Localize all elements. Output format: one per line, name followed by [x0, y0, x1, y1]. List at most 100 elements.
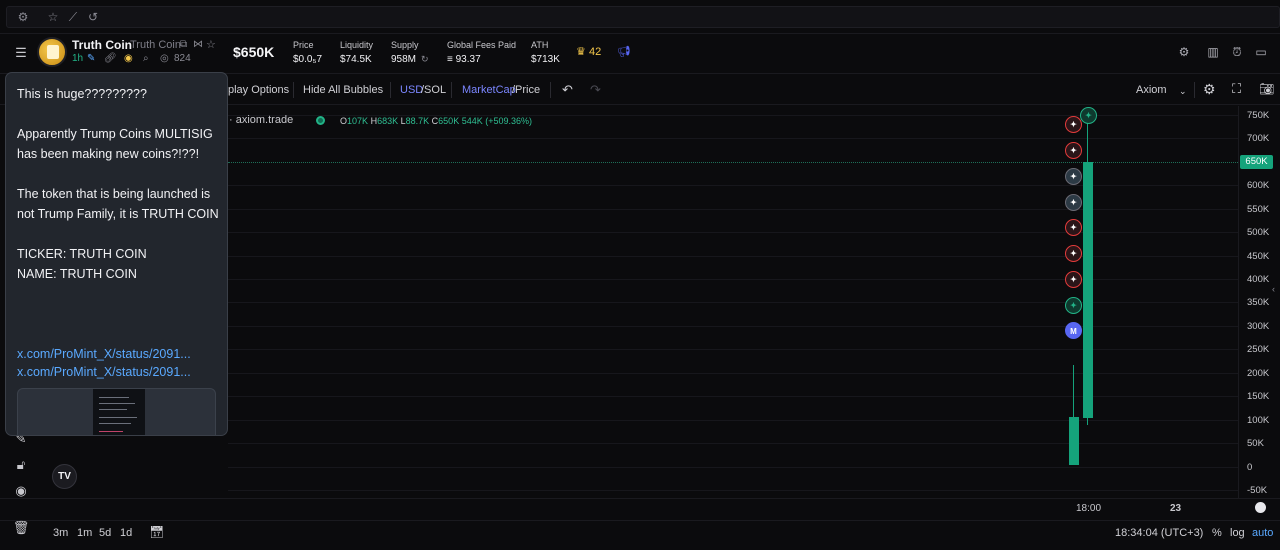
price-tick: 350K: [1247, 297, 1270, 308]
price-tick: 750K: [1247, 110, 1270, 121]
price-tick: 600K: [1247, 180, 1270, 191]
price-tick: 250K: [1247, 344, 1270, 355]
log-toggle[interactable]: log: [1230, 527, 1245, 539]
coin-icon[interactable]: ◉: [124, 53, 133, 64]
toolbar-divider: [451, 82, 452, 98]
price-tick: 500K: [1247, 227, 1270, 238]
ohlc-close: 650K 544K (+509.36%): [438, 116, 532, 126]
eye-icon: ◎: [160, 53, 169, 64]
time-tick: 23: [1170, 503, 1182, 514]
range-5d[interactable]: 5d: [99, 527, 111, 539]
stats-icon[interactable]: ▥: [1206, 45, 1220, 59]
chart-icon[interactable]: ⟋: [66, 10, 80, 24]
migration-bubble[interactable]: M: [1065, 322, 1082, 339]
trash-icon[interactable]: 🗑︎: [12, 519, 30, 537]
sol-toggle[interactable]: /SOL: [421, 84, 446, 96]
chart-settings-icon[interactable]: ⚙: [1203, 81, 1216, 98]
trade-bubble[interactable]: ✦: [1065, 271, 1082, 288]
holders-count: 824: [174, 53, 191, 64]
tweet-link[interactable]: x.com/ProMint_X/status/2091...: [17, 362, 222, 382]
trade-bubble[interactable]: ✦: [1080, 107, 1097, 124]
layout-icon[interactable]: ▭: [1254, 45, 1268, 59]
link-icon[interactable]: 🔗︎: [104, 53, 117, 64]
range-1d[interactable]: 1d: [120, 527, 132, 539]
trade-bubble[interactable]: ✦: [1065, 245, 1082, 262]
tradingview-logo[interactable]: TV: [52, 464, 77, 489]
settings-icon[interactable]: ⚙: [16, 10, 30, 24]
price-tick: 100K: [1247, 415, 1270, 426]
toolbar-divider: [293, 82, 294, 98]
price-tick: 700K: [1247, 133, 1270, 144]
trade-bubble[interactable]: ✦: [1065, 194, 1082, 211]
copy-icon[interactable]: ⧉: [180, 39, 187, 50]
goto-date-icon[interactable]: 📅︎: [149, 525, 164, 539]
tweet-popup[interactable]: This is huge????????? Apparently Trump C…: [5, 72, 228, 436]
alarm-icon[interactable]: ⏰︎: [1230, 45, 1244, 59]
megaphone-icon[interactable]: 📢︎: [617, 45, 631, 58]
collapse-arrow-icon[interactable]: ‹: [1272, 284, 1275, 294]
gear-icon[interactable]: ⚙: [1177, 45, 1191, 59]
stat-ath-value: $713K: [531, 54, 560, 65]
crosshair-menu-icon[interactable]: ☰: [12, 44, 30, 62]
price-toggle[interactable]: /Price: [512, 84, 540, 96]
price-tick: -50K: [1247, 485, 1268, 496]
history-icon[interactable]: ↺: [86, 10, 100, 24]
favorite-star-icon[interactable]: ☆: [206, 38, 216, 51]
toolbar-divider: [1194, 82, 1195, 98]
camera-icon[interactable]: 📷︎: [1259, 82, 1274, 96]
ohlc-low: 88.7K: [405, 116, 430, 126]
trade-bubble[interactable]: ✦: [1065, 168, 1082, 185]
bottom-bar: [0, 520, 1280, 550]
tweet-text: This is huge????????? Apparently Trump C…: [17, 87, 219, 281]
ohlc-legend: O107K H683K L88.7K C650K 544K (+509.36%): [340, 116, 532, 126]
token-header: [0, 34, 1280, 74]
percent-toggle[interactable]: %: [1212, 527, 1222, 539]
marketcap-toggle[interactable]: MarketCap: [462, 84, 516, 96]
range-3m[interactable]: 3m: [53, 527, 68, 539]
trade-bubble[interactable]: ✦: [1065, 219, 1082, 236]
grid-line: [228, 443, 1238, 444]
tweet-link[interactable]: x.com/ProMint_X/status/2091...: [17, 344, 222, 364]
stat-supply-value: 958M: [391, 54, 417, 65]
axis-settings-dot[interactable]: [1255, 502, 1266, 513]
stat-liquidity-label: Liquidity: [340, 40, 374, 50]
token-subname: Truth Coin: [130, 39, 181, 51]
eye-toggle-icon[interactable]: ◉: [12, 482, 30, 500]
grid-line: [228, 467, 1238, 468]
toolbar-divider: [390, 82, 391, 98]
token-name: Truth Coin: [72, 38, 132, 52]
price-tick: 450K: [1247, 251, 1270, 262]
trade-bubble[interactable]: ✦: [1065, 297, 1082, 314]
undo-icon[interactable]: ↶: [562, 82, 573, 98]
pen-icon[interactable]: ✎: [87, 53, 95, 64]
stat-liquidity-value: $74.5K: [340, 54, 372, 65]
candle[interactable]: [1069, 417, 1079, 465]
token-avatar[interactable]: [37, 37, 67, 67]
chevron-down-icon[interactable]: ⌄: [1179, 86, 1187, 97]
trade-bubble[interactable]: ✦: [1065, 116, 1082, 133]
price-tick: 200K: [1247, 368, 1270, 379]
lock-icon[interactable]: 🔓︎: [12, 456, 30, 474]
candle[interactable]: [1083, 162, 1093, 418]
display-options-button[interactable]: play Options: [228, 84, 289, 96]
search-icon[interactable]: ⌕: [143, 53, 149, 64]
chart-legend-title: · axiom.trade: [229, 114, 294, 126]
redo-icon[interactable]: ↷: [590, 82, 601, 98]
hide-bubbles-button[interactable]: Hide All Bubbles: [303, 84, 383, 96]
usd-toggle[interactable]: USD: [400, 84, 423, 96]
stat-ath-label: ATH: [531, 40, 549, 50]
range-1m[interactable]: 1m: [77, 527, 92, 539]
tweet-image-preview[interactable]: [17, 388, 216, 435]
clock-display[interactable]: 18:34:04 (UTC+3): [1115, 527, 1203, 539]
share-icon[interactable]: ⋈: [193, 39, 203, 50]
ohlc-open: 107K: [347, 116, 369, 126]
refresh-icon[interactable]: ↻: [421, 54, 429, 65]
star-icon[interactable]: ☆: [46, 10, 60, 24]
source-select[interactable]: Axiom: [1136, 84, 1167, 96]
auto-toggle[interactable]: auto: [1252, 527, 1273, 539]
fullscreen-icon[interactable]: ⛶: [1232, 81, 1241, 97]
stat-fees-value: ≡ 93.37: [447, 54, 481, 65]
tab-bar: [6, 6, 1280, 28]
stat-price-label: Price: [293, 40, 314, 50]
trade-bubble[interactable]: ✦: [1065, 142, 1082, 159]
